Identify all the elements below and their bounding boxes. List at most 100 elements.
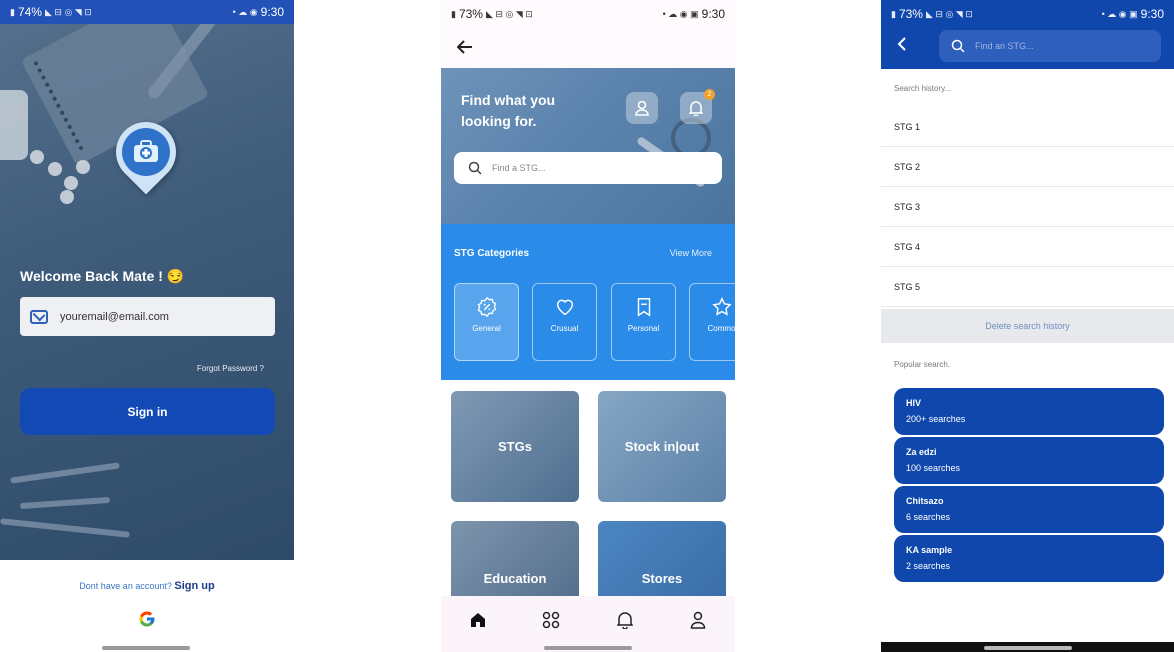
popular-count: 6 searches <box>906 512 951 522</box>
sign-up-link[interactable]: Sign up <box>174 580 214 592</box>
login-screen: ▮ 74% ◣ ⊟ ◎ ◥ ⊡ • ☁ ◉ 9:30 Welcome Back Mat… <box>0 0 294 652</box>
popular-title: KA sample <box>906 545 953 555</box>
pill-image <box>64 176 78 190</box>
login-background: ▮ 74% ◣ ⊟ ◎ ◥ ⊡ • ☁ ◉ 9:30 Welcome Back Mat… <box>0 0 294 560</box>
category-label: Personal <box>627 324 660 333</box>
star-icon <box>711 297 732 316</box>
forgot-password-link[interactable]: Forgot Password ? <box>197 364 264 373</box>
syringe-image <box>10 462 120 484</box>
history-item[interactable]: STG 2 <box>881 147 1174 187</box>
history-item[interactable]: STG 1 <box>881 107 1174 147</box>
popular-search-card[interactable]: KA sample 2 searches <box>894 535 1164 582</box>
search-placeholder: Find an STG... <box>975 41 1034 51</box>
tile-label: STGs <box>498 439 532 454</box>
google-icon[interactable] <box>138 610 156 628</box>
email-field[interactable]: youremail@email.com <box>20 297 275 336</box>
home-indicator <box>102 646 190 650</box>
syringe-image <box>19 496 111 510</box>
pill-image <box>60 190 74 204</box>
sign-in-button[interactable]: Sign in <box>20 388 275 435</box>
no-account-text: Dont have an account? <box>79 581 172 591</box>
home-icon[interactable] <box>466 608 490 632</box>
battery-level: 73% <box>458 7 483 21</box>
pill-image <box>48 162 62 176</box>
history-item[interactable]: STG 3 <box>881 187 1174 227</box>
search-input[interactable]: Find an STG... <box>939 30 1161 62</box>
back-arrow-icon[interactable] <box>456 38 473 61</box>
grid-icon[interactable] <box>539 608 563 632</box>
syringe-image <box>0 518 130 538</box>
category-personal[interactable]: Personal <box>611 283 676 361</box>
status-bar: ▮ 74% ◣ ⊟ ◎ ◥ ⊡ • ☁ ◉ 9:30 <box>0 0 294 24</box>
search-header: ▮ 73% ◣ ⊟ ◎ ◥ ⊡ • ☁ ◉ ▣ 9:30 Find an STG... <box>881 0 1174 69</box>
popular-title: Chitsazo <box>906 496 944 506</box>
hero-title: Find what you looking for. <box>461 92 556 129</box>
history-item[interactable]: STG 4 <box>881 227 1174 267</box>
popular-count: 200+ searches <box>906 414 966 424</box>
battery-level: 73% <box>898 7 923 21</box>
user-icon[interactable] <box>686 608 710 632</box>
popular-title: Za edzi <box>906 447 937 457</box>
battery-level: 74% <box>17 5 42 19</box>
pill-image <box>76 160 90 174</box>
search-icon <box>468 161 482 175</box>
status-bar: ▮ 73% ◣ ⊟ ◎ ◥ ⊡ • ☁ ◉ ▣ 9:30 <box>891 7 1164 21</box>
pill-bottle-image <box>0 90 28 160</box>
tile-stores[interactable]: Stores <box>598 521 726 596</box>
view-more-link[interactable]: View More <box>670 248 712 258</box>
category-general[interactable]: General <box>454 283 519 361</box>
search-icon <box>951 39 965 53</box>
popular-search-card[interactable]: HIV 200+ searches <box>894 388 1164 435</box>
category-label: General <box>472 324 501 333</box>
clock: 9:30 <box>701 7 725 21</box>
popular-search-card[interactable]: Za edzi 100 searches <box>894 437 1164 484</box>
popular-title: HIV <box>906 398 922 408</box>
search-history-label: Search history... <box>894 84 952 93</box>
bookmark-icon <box>637 298 650 317</box>
bell-icon[interactable] <box>613 608 637 632</box>
hero-banner: Find what you looking for. 2 Find a STG.… <box>441 68 735 224</box>
tile-education[interactable]: Education <box>451 521 579 596</box>
welcome-text: Welcome Back Mate ! 😏 <box>20 268 185 284</box>
search-screen: ▮ 73% ◣ ⊟ ◎ ◥ ⊡ • ☁ ◉ ▣ 9:30 Find an STG...… <box>881 0 1174 652</box>
category-common[interactable]: Commo <box>689 283 735 361</box>
home-indicator <box>984 646 1072 650</box>
badge-percent-icon <box>477 296 496 318</box>
user-icon <box>635 100 649 116</box>
popular-count: 2 searches <box>906 561 951 571</box>
home-indicator <box>544 646 632 650</box>
category-crusual[interactable]: Crusual <box>532 283 597 361</box>
home-screen: ▮ 73% ◣ ⊟ ◎ ◥ ⊡ • ☁ ◉ ▣ 9:30 Find what you … <box>441 0 735 652</box>
bottom-nav <box>441 596 735 652</box>
categories-panel: STG Categories View More General Crusual… <box>441 224 735 380</box>
clock: 9:30 <box>1140 7 1164 21</box>
clock: 9:30 <box>260 5 284 19</box>
pill-image <box>30 150 44 164</box>
profile-button[interactable] <box>626 92 658 124</box>
tile-label: Stock in|out <box>624 439 700 454</box>
tile-label: Education <box>483 571 547 586</box>
back-chevron-icon[interactable] <box>897 36 907 57</box>
search-placeholder: Find a STG... <box>492 163 546 173</box>
signup-prompt: Dont have an account? Sign up <box>0 580 294 592</box>
tile-stock[interactable]: Stock in|out <box>598 391 726 502</box>
notebook-image <box>20 0 210 167</box>
category-label: Commo <box>707 324 735 333</box>
tile-stgs[interactable]: STGs <box>451 391 579 502</box>
popular-search-card[interactable]: Chitsazo 6 searches <box>894 486 1164 533</box>
heart-icon <box>556 299 573 316</box>
notification-badge: 2 <box>704 89 715 100</box>
popular-count: 100 searches <box>906 463 961 473</box>
tile-label: Stores <box>641 571 683 586</box>
status-bar: ▮ 73% ◣ ⊟ ◎ ◥ ⊡ • ☁ ◉ ▣ 9:30 <box>441 0 735 28</box>
delete-history-button[interactable]: Delete search history <box>881 309 1174 343</box>
search-input[interactable]: Find a STG... <box>454 152 722 184</box>
app-bar <box>441 28 735 68</box>
mail-icon <box>30 309 48 324</box>
history-item[interactable]: STG 5 <box>881 267 1174 307</box>
bell-icon <box>689 101 703 116</box>
email-placeholder: youremail@email.com <box>60 310 169 323</box>
medical-kit-icon <box>122 128 170 176</box>
notifications-button[interactable]: 2 <box>680 89 715 124</box>
category-label: Crusual <box>550 324 579 333</box>
